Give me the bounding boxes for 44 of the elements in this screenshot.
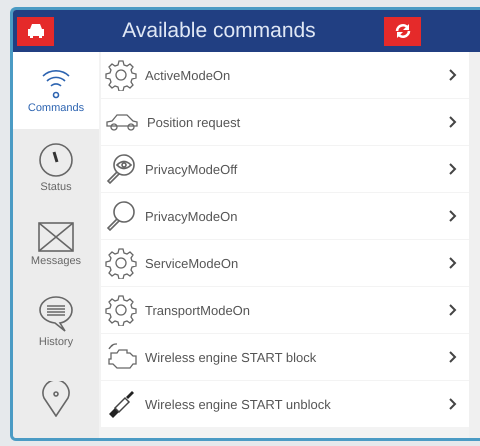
chevron-right-icon <box>449 69 457 81</box>
command-row[interactable]: Position request <box>101 99 469 145</box>
gear-icon <box>105 294 137 326</box>
chevron-right-icon <box>449 163 457 175</box>
command-row[interactable]: TransportModeOn <box>101 287 469 333</box>
command-row[interactable]: PrivacyModeOff <box>101 146 469 192</box>
chevron-right-icon <box>449 210 457 222</box>
command-label: PrivacyModeOff <box>145 162 238 176</box>
command-label: Wireless engine START block <box>145 350 318 364</box>
car-button[interactable] <box>17 16 54 46</box>
sidebar-item[interactable]: Commands <box>13 52 99 129</box>
command-label: ServiceModeOn <box>145 256 240 270</box>
command-label: TransportModeOn <box>145 302 252 318</box>
refresh-button[interactable] <box>384 16 421 46</box>
sidebar-item[interactable]: Status <box>13 129 99 206</box>
command-row[interactable]: ServiceModeOn <box>101 240 469 286</box>
command-row[interactable]: ActiveModeOn <box>101 52 469 98</box>
gear-icon <box>105 247 137 279</box>
envelope-icon <box>38 222 74 252</box>
car-icon <box>26 23 44 39</box>
magnifier-eye-icon <box>105 153 137 185</box>
command-row[interactable]: Wireless engine START unblock <box>101 381 469 427</box>
sidebar-item[interactable]: History <box>13 283 99 360</box>
chevron-right-icon <box>449 398 457 410</box>
gauge-icon <box>38 142 74 178</box>
search-icon <box>105 200 137 232</box>
chevron-right-icon <box>449 257 457 269</box>
command-row[interactable]: Wireless engine START block <box>101 334 469 380</box>
header-title: Available commands <box>121 19 317 43</box>
wifi-icon <box>41 67 71 99</box>
chevron-right-icon <box>449 304 457 316</box>
map-pin-icon <box>41 380 71 416</box>
chevron-right-icon <box>449 116 457 128</box>
speech-bubble-icon <box>38 295 74 333</box>
sidebar-item[interactable]: Messages <box>13 206 99 283</box>
command-row[interactable]: PrivacyModeOn <box>101 193 469 239</box>
gear-icon <box>105 59 137 91</box>
command-label: ActiveModeOn <box>145 68 232 82</box>
command-label: Position request <box>147 114 242 130</box>
command-label: Wireless engine START unblock <box>145 396 332 412</box>
car-icon <box>105 112 139 132</box>
chevron-right-icon <box>449 351 457 363</box>
refresh-icon <box>394 22 412 40</box>
command-label: PrivacyModeOn <box>145 208 238 224</box>
